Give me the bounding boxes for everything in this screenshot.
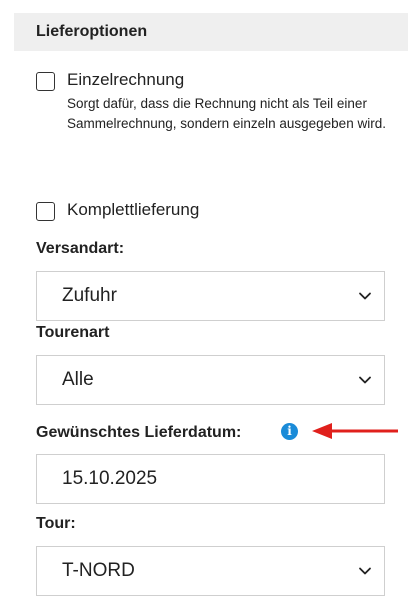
lieferdatum-label: Gewünschtes Lieferdatum: [36,424,242,441]
einzelrechnung-label[interactable]: Einzelrechnung [67,70,184,90]
tour-label: Tour: [36,515,76,532]
einzelrechnung-option: Einzelrechnung Sorgt dafür, dass die Rec… [36,70,386,160]
tourenart-label: Tourenart [36,324,110,341]
chevron-down-icon [359,567,371,575]
tour-value: T-NORD [62,560,135,581]
komplettlieferung-checkbox[interactable] [36,202,55,221]
komplettlieferung-label[interactable]: Komplettlieferung [67,200,199,220]
versandart-label: Versandart: [36,240,125,257]
info-icon[interactable]: i [281,423,298,440]
chevron-down-icon [359,292,371,300]
chevron-down-icon [359,376,371,384]
komplettlieferung-option: Komplettlieferung [36,200,386,226]
einzelrechnung-checkbox[interactable] [36,72,55,91]
lieferdatum-value: 15.10.2025 [62,468,158,489]
tourenart-select[interactable]: Alle [36,355,385,405]
annotation-arrow-icon [312,423,398,439]
tourenart-value: Alle [62,369,94,390]
lieferdatum-input[interactable]: 15.10.2025 [36,454,385,504]
versandart-select[interactable]: Zufuhr [36,271,385,321]
versandart-value: Zufuhr [62,285,117,306]
einzelrechnung-description: Sorgt dafür, dass die Rechnung nicht als… [67,96,386,131]
section-header: Lieferoptionen [14,13,408,51]
section-title: Lieferoptionen [36,23,148,40]
tour-select[interactable]: T-NORD [36,546,385,596]
